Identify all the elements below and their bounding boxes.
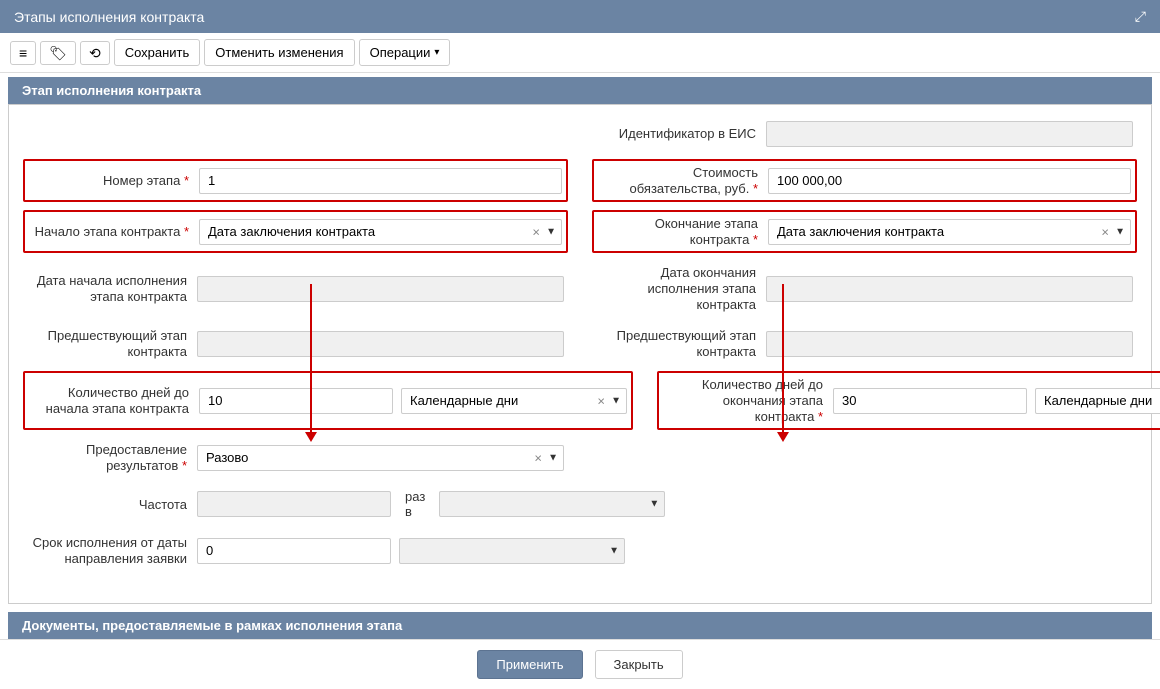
clear-icon[interactable]: × — [597, 393, 605, 408]
exec-start-input — [197, 276, 564, 302]
form-container: Идентификатор в ЕИС Номер этапа * Стоимо… — [8, 104, 1152, 604]
close-button[interactable]: Закрыть — [595, 650, 683, 679]
label-exec-period: Срок исполнения от даты направления заяв… — [27, 535, 197, 566]
save-button[interactable]: Сохранить — [114, 39, 201, 66]
prev-stage-l-input — [197, 331, 564, 357]
cancel-changes-button[interactable]: Отменить изменения — [204, 39, 354, 66]
window-title: Этапы исполнения контракта — [14, 9, 204, 25]
days-to-start-input[interactable] — [199, 388, 393, 414]
prev-stage-r-input — [766, 331, 1133, 357]
chevron-down-icon[interactable]: ▼ — [548, 452, 558, 463]
tag-icon[interactable]: 🏷 — [40, 41, 76, 65]
history-icon[interactable]: ⟲ — [80, 41, 110, 65]
apply-button[interactable]: Применить — [477, 650, 582, 679]
label-prev-stage-r: Предшествующий этап контракта — [596, 328, 766, 359]
annotation-arrow-right — [782, 284, 784, 434]
label-stage-number: Номер этапа * — [29, 173, 199, 189]
label-raz-v: раз в — [399, 489, 431, 519]
window-header: Этапы исполнения контракта ⤢ — [0, 0, 1160, 33]
days-to-end-input[interactable] — [833, 388, 1027, 414]
label-eis-id: Идентификатор в ЕИС — [596, 126, 766, 142]
contract-end-select[interactable] — [768, 219, 1131, 245]
frequency-unit-select — [439, 491, 665, 517]
operations-button[interactable]: Операции ▾ — [359, 39, 451, 66]
footer-bar: Применить Закрыть — [0, 639, 1160, 689]
chevron-down-icon: ▼ — [609, 545, 619, 556]
stage-number-input[interactable] — [199, 168, 562, 194]
frequency-input — [197, 491, 391, 517]
expand-icon[interactable]: ⤢ — [1135, 8, 1146, 25]
chevron-down-icon[interactable]: ▼ — [1115, 226, 1125, 237]
chevron-down-icon: ▼ — [649, 499, 659, 510]
chevron-down-icon[interactable]: ▼ — [546, 226, 556, 237]
obligation-cost-input[interactable] — [768, 168, 1131, 194]
contract-start-select[interactable] — [199, 219, 562, 245]
clear-icon[interactable]: × — [534, 450, 542, 465]
chevron-down-icon[interactable]: ▼ — [611, 395, 621, 406]
menu-icon[interactable]: ≡ — [10, 41, 36, 65]
clear-icon[interactable]: × — [532, 224, 540, 239]
eis-id-input — [766, 121, 1133, 147]
label-results: Предоставление результатов * — [27, 442, 197, 473]
label-frequency: Частота — [27, 497, 197, 513]
exec-period-unit-select — [399, 538, 625, 564]
results-select[interactable] — [197, 445, 564, 471]
label-contract-end: Окончание этапа контракта * — [598, 216, 768, 247]
label-contract-start: Начало этапа контракта * — [29, 224, 199, 240]
toolbar: ≡ 🏷 ⟲ Сохранить Отменить изменения Опера… — [0, 33, 1160, 73]
label-days-to-start: Количество дней до начала этапа контракт… — [29, 385, 199, 416]
label-exec-start: Дата начала исполнения этапа контракта — [27, 273, 197, 304]
exec-end-input — [766, 276, 1133, 302]
chevron-down-icon: ▾ — [434, 47, 439, 58]
exec-period-input[interactable] — [197, 538, 391, 564]
label-obligation-cost: Стоимость обязательства, руб. * — [598, 165, 768, 196]
label-exec-end: Дата окончания исполнения этапа контракт… — [596, 265, 766, 312]
days-to-end-unit-select[interactable] — [1035, 388, 1160, 414]
label-days-to-end: Количество дней до окончания этапа контр… — [663, 377, 833, 424]
annotation-arrow-left — [310, 284, 312, 434]
clear-icon[interactable]: × — [1101, 224, 1109, 239]
section-header-stage: Этап исполнения контракта — [8, 77, 1152, 104]
days-to-start-unit-select[interactable] — [401, 388, 627, 414]
section-header-documents: Документы, предоставляемые в рамках испо… — [8, 612, 1152, 639]
label-prev-stage-l: Предшествующий этап контракта — [27, 328, 197, 359]
